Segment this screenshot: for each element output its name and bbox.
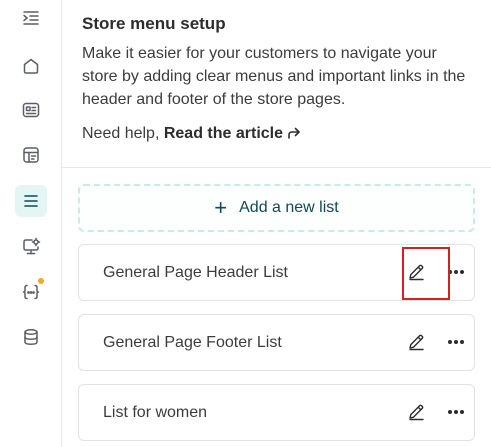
read-article-label: Read the article <box>163 125 283 142</box>
code-braces-icon[interactable] <box>15 276 47 308</box>
page-description: Make it easier for your customers to nav… <box>82 45 466 108</box>
list-item-label: List for women <box>103 404 208 421</box>
more-options-icon[interactable] <box>445 401 467 423</box>
list-item-label: General Page Footer List <box>103 334 282 351</box>
list-item[interactable]: General Page Header List <box>78 244 475 301</box>
content-card-icon[interactable] <box>15 94 47 126</box>
add-new-list-label: Add a new list <box>239 199 339 216</box>
intro-section: Store menu setup Make it easier for your… <box>62 0 491 168</box>
more-options-icon[interactable] <box>445 331 467 353</box>
app-root: Store menu setup Make it easier for your… <box>0 0 491 447</box>
database-icon[interactable] <box>15 321 47 353</box>
read-article-link[interactable]: Read the article <box>164 125 301 142</box>
edit-pencil-icon[interactable] <box>405 401 427 423</box>
menu-list-icon[interactable] <box>15 185 47 217</box>
notification-dot <box>38 278 44 284</box>
list-item-label: General Page Header List <box>103 264 288 281</box>
store-menu-panel: Store menu setup Make it easier for your… <box>62 0 491 447</box>
list-item[interactable]: List for women <box>78 384 475 441</box>
share-arrow-icon <box>288 127 300 139</box>
home-icon[interactable] <box>15 50 47 82</box>
plus-icon: + <box>214 195 228 220</box>
layout-icon[interactable] <box>15 139 47 171</box>
settings-monitor-icon[interactable] <box>15 231 47 263</box>
edit-pencil-icon[interactable] <box>405 261 427 283</box>
page-title: Store menu setup <box>82 14 226 33</box>
help-line: Need help, Read the article <box>82 123 471 145</box>
icon-sidebar <box>0 0 62 447</box>
help-prefix: Need help, <box>82 125 164 142</box>
list-item[interactable]: General Page Footer List <box>78 314 475 371</box>
more-options-icon[interactable] <box>445 261 467 283</box>
collapse-sidebar-icon[interactable] <box>21 8 41 28</box>
add-new-list-button[interactable]: + Add a new list <box>78 184 475 232</box>
edit-pencil-icon[interactable] <box>405 331 427 353</box>
